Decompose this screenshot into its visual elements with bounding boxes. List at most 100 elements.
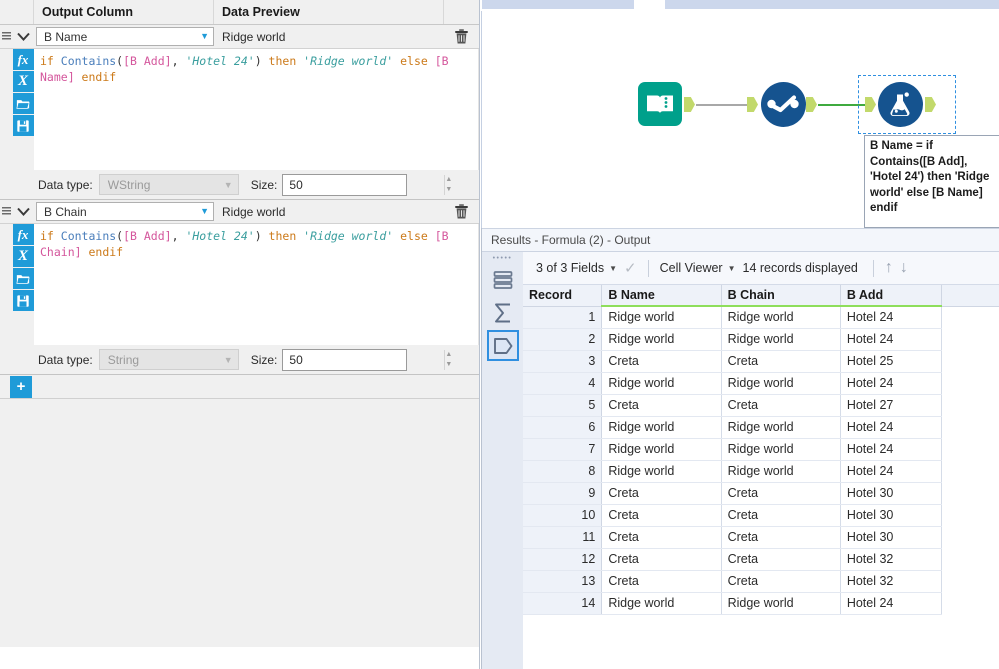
- apply-checkmark-icon[interactable]: ✓: [624, 259, 637, 277]
- cell-viewer-selector[interactable]: Cell Viewer ▼: [660, 261, 736, 275]
- chevron-down-icon[interactable]: [12, 25, 34, 48]
- column-header-record[interactable]: Record: [523, 285, 603, 307]
- cell-b-name[interactable]: Creta: [601, 504, 722, 527]
- spinner-down-icon[interactable]: ▼: [445, 185, 452, 195]
- cell-b-add[interactable]: Hotel 30: [840, 526, 942, 549]
- cell-b-add[interactable]: Hotel 24: [840, 328, 942, 351]
- output-column-select-2[interactable]: B Chain ▼: [36, 202, 214, 221]
- results-grid-wrapper[interactable]: Record B Name B Chain B Add 1 Ridge world…: [523, 285, 999, 669]
- cell-record[interactable]: 10: [523, 504, 603, 527]
- cell-b-chain[interactable]: Ridge world: [721, 416, 841, 439]
- cell-b-chain[interactable]: Creta: [721, 350, 841, 373]
- cell-b-chain[interactable]: Ridge world: [721, 592, 841, 615]
- save-icon[interactable]: [12, 290, 34, 311]
- spinner-up-icon[interactable]: ▲: [445, 350, 452, 360]
- records-stack-icon[interactable]: [487, 264, 519, 295]
- cell-b-add[interactable]: Hotel 24: [840, 416, 942, 439]
- cell-b-chain[interactable]: Ridge world: [721, 306, 841, 329]
- cell-record[interactable]: 6: [523, 416, 603, 439]
- open-folder-icon[interactable]: [12, 268, 34, 289]
- cell-record[interactable]: 1: [523, 306, 603, 329]
- column-header-b-chain[interactable]: B Chain: [721, 285, 841, 307]
- cell-b-name[interactable]: Ridge world: [601, 328, 722, 351]
- size-spinner-2[interactable]: ▲ ▼: [444, 349, 453, 370]
- cell-b-add[interactable]: Hotel 24: [840, 438, 942, 461]
- cell-b-name[interactable]: Ridge world: [601, 372, 722, 395]
- table-row[interactable]: 6 Ridge world Ridge world Hotel 24: [523, 416, 999, 439]
- column-header-b-add[interactable]: B Add: [840, 285, 942, 307]
- table-row[interactable]: 14 Ridge world Ridge world Hotel 24: [523, 592, 999, 615]
- cell-b-chain[interactable]: Creta: [721, 526, 841, 549]
- table-row[interactable]: 10 Creta Creta Hotel 30: [523, 504, 999, 527]
- cell-b-add[interactable]: Hotel 24: [840, 592, 942, 615]
- data-type-select-1[interactable]: WString ▼: [98, 174, 239, 195]
- size-stepper-1[interactable]: ▲ ▼: [282, 173, 453, 196]
- cell-b-add[interactable]: Hotel 24: [840, 372, 942, 395]
- cell-b-add[interactable]: Hotel 24: [840, 306, 942, 329]
- drag-handle-icon[interactable]: [0, 25, 12, 48]
- select-tool[interactable]: [760, 81, 817, 127]
- cell-b-name[interactable]: Ridge world: [601, 438, 722, 461]
- cell-b-chain[interactable]: Creta: [721, 394, 841, 417]
- size-stepper-2[interactable]: ▲ ▼: [282, 348, 453, 371]
- open-folder-icon[interactable]: [12, 93, 34, 114]
- cell-b-chain[interactable]: Creta: [721, 482, 841, 505]
- chevron-down-icon[interactable]: [12, 200, 34, 223]
- cell-b-add[interactable]: Hotel 30: [840, 504, 942, 527]
- variable-icon[interactable]: X: [12, 246, 34, 267]
- formula-tool[interactable]: [877, 81, 936, 127]
- cell-b-name[interactable]: Ridge world: [601, 416, 722, 439]
- select-output-anchor[interactable]: [806, 97, 817, 112]
- cell-record[interactable]: 5: [523, 394, 603, 417]
- cell-b-add[interactable]: Hotel 32: [840, 570, 942, 593]
- cell-b-chain[interactable]: Ridge world: [721, 460, 841, 483]
- fx-icon[interactable]: fx: [12, 49, 34, 70]
- table-row[interactable]: 11 Creta Creta Hotel 30: [523, 526, 999, 549]
- delete-formula-button-2[interactable]: [444, 200, 479, 223]
- cell-record[interactable]: 3: [523, 350, 603, 373]
- formula-expression-editor-2[interactable]: if Contains([B Add], 'Hotel 24') then 'R…: [34, 224, 479, 345]
- metadata-tag-icon[interactable]: [486, 330, 519, 361]
- scroll-down-icon[interactable]: ↓: [900, 259, 908, 277]
- save-icon[interactable]: [12, 115, 34, 136]
- data-type-select-2[interactable]: String ▼: [98, 349, 239, 370]
- summary-sigma-icon[interactable]: [487, 297, 519, 328]
- column-header-b-name[interactable]: B Name: [601, 285, 722, 307]
- connection-input-to-select[interactable]: [696, 104, 749, 106]
- output-column-select-1[interactable]: B Name ▼: [36, 27, 214, 46]
- drag-handle-icon[interactable]: [0, 200, 12, 223]
- cell-b-add[interactable]: Hotel 32: [840, 548, 942, 571]
- select-input-anchor[interactable]: [747, 97, 758, 112]
- cell-b-add[interactable]: Hotel 24: [840, 460, 942, 483]
- table-row[interactable]: 3 Creta Creta Hotel 25: [523, 350, 999, 373]
- scroll-up-icon[interactable]: ↑: [885, 259, 893, 277]
- cell-b-chain[interactable]: Creta: [721, 548, 841, 571]
- table-row[interactable]: 2 Ridge world Ridge world Hotel 24: [523, 328, 999, 351]
- input-data-tool[interactable]: [637, 81, 695, 127]
- cell-b-name[interactable]: Creta: [601, 350, 722, 373]
- cell-b-chain[interactable]: Creta: [721, 570, 841, 593]
- delete-formula-button-1[interactable]: [444, 25, 479, 48]
- formula-expression-editor-1[interactable]: if Contains([B Add], 'Hotel 24') then 'R…: [34, 49, 479, 170]
- cell-b-chain[interactable]: Ridge world: [721, 372, 841, 395]
- spinner-down-icon[interactable]: ▼: [445, 360, 452, 370]
- cell-b-chain[interactable]: Creta: [721, 504, 841, 527]
- fx-icon[interactable]: fx: [12, 224, 34, 245]
- cell-record[interactable]: 12: [523, 548, 603, 571]
- cell-record[interactable]: 8: [523, 460, 603, 483]
- add-formula-button[interactable]: +: [10, 375, 32, 398]
- cell-b-add[interactable]: Hotel 30: [840, 482, 942, 505]
- cell-b-name[interactable]: Creta: [601, 548, 722, 571]
- cell-b-name[interactable]: Creta: [601, 526, 722, 549]
- cell-b-chain[interactable]: Ridge world: [721, 438, 841, 461]
- cell-b-chain[interactable]: Ridge world: [721, 328, 841, 351]
- table-row[interactable]: 1 Ridge world Ridge world Hotel 24: [523, 306, 999, 329]
- table-row[interactable]: 8 Ridge world Ridge world Hotel 24: [523, 460, 999, 483]
- size-spinner-1[interactable]: ▲ ▼: [444, 174, 453, 195]
- spinner-up-icon[interactable]: ▲: [445, 175, 452, 185]
- cell-b-name[interactable]: Creta: [601, 394, 722, 417]
- variable-icon[interactable]: X: [12, 71, 34, 92]
- cell-b-name[interactable]: Ridge world: [601, 460, 722, 483]
- cell-b-name[interactable]: Creta: [601, 570, 722, 593]
- cell-record[interactable]: 4: [523, 372, 603, 395]
